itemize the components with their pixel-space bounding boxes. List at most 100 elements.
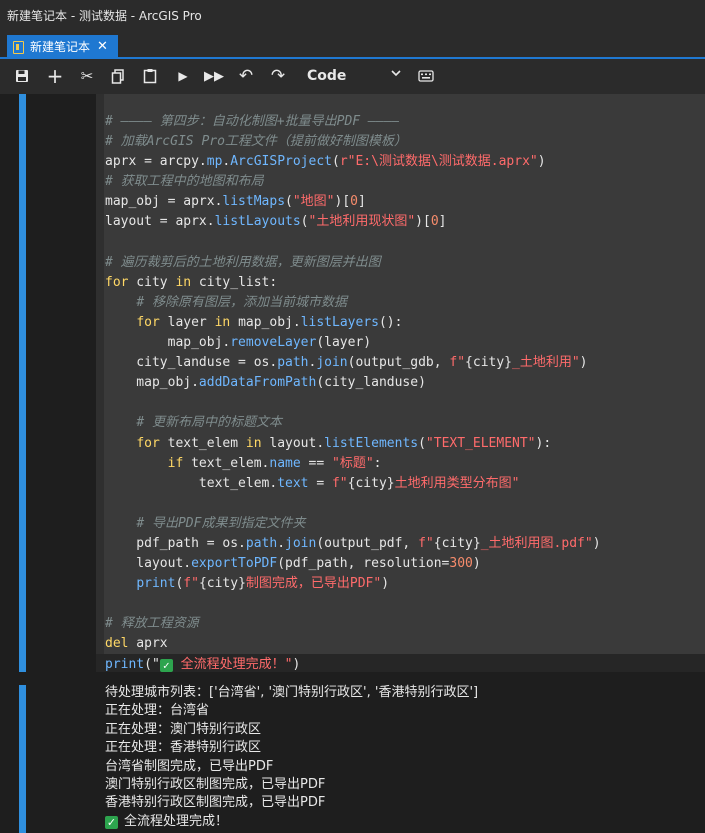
code-token: _土地利用图.pdf" bbox=[480, 535, 593, 551]
code-token: (pdf_path, resolution= bbox=[277, 556, 450, 572]
window-title: 新建笔记本 - 测试数据 - ArcGIS Pro bbox=[0, 0, 705, 32]
code-token: ] bbox=[358, 194, 366, 210]
save-icon[interactable] bbox=[11, 66, 33, 86]
output-text: 正在处理：澳门特别行政区 bbox=[105, 721, 262, 737]
code-token: {city} bbox=[347, 475, 395, 491]
code-token: ( bbox=[300, 214, 309, 230]
code-token: map_obj = aprx. bbox=[105, 194, 223, 210]
code-token: (layer) bbox=[316, 335, 372, 351]
code-token: (output_pdf, bbox=[316, 535, 419, 551]
code-token: listLayers bbox=[300, 314, 379, 330]
code-line: # 遍历裁剪后的土地利用数据，更新图层并出图 bbox=[105, 253, 601, 273]
code-token: # 遍历裁剪后的土地利用数据，更新图层并出图 bbox=[105, 254, 381, 270]
check-mark-icon: ✓ bbox=[159, 658, 173, 672]
output-text: 澳门特别行政区制图完成，已导出PDF bbox=[105, 776, 326, 792]
code-token: : bbox=[373, 455, 382, 471]
code-token: 0 bbox=[430, 214, 439, 230]
redo-icon[interactable]: ↷ bbox=[267, 66, 289, 86]
code-content[interactable]: # ———— 第四步：自动化制图+批量导出PDF ———— # 加载ArcGIS … bbox=[105, 112, 601, 675]
code-token: 制图完成，已导出PDF" bbox=[245, 576, 382, 592]
code-token: f" bbox=[449, 355, 466, 371]
code-token: ] bbox=[438, 214, 447, 230]
code-token: text_elem bbox=[159, 435, 246, 451]
code-token: (city_landuse) bbox=[316, 375, 426, 391]
code-line: # ———— 第四步：自动化制图+批量导出PDF ———— bbox=[105, 112, 601, 132]
code-token: layout = aprx. bbox=[105, 214, 215, 230]
code-token: # ———— 第四步：自动化制图+批量导出PDF ———— bbox=[105, 114, 400, 129]
code-token: (" bbox=[144, 656, 160, 672]
code-token: if bbox=[167, 455, 184, 471]
code-token: {city} bbox=[198, 576, 246, 592]
cell-type-select[interactable]: Code bbox=[307, 67, 346, 87]
code-token: "标题" bbox=[332, 455, 374, 471]
output-line: 台湾省制图完成，已导出PDF bbox=[105, 758, 478, 776]
code-token: path bbox=[245, 535, 278, 551]
code-token: removeLayer bbox=[230, 335, 317, 351]
code-token: ) bbox=[592, 535, 601, 551]
toolbar: + ✂ ▶ ▶▶ ↶ ↷ Code bbox=[0, 59, 705, 94]
undo-icon[interactable]: ↶ bbox=[235, 66, 257, 86]
code-token: city bbox=[128, 274, 176, 290]
code-token: )[ bbox=[334, 194, 351, 210]
code-token: listElements bbox=[324, 435, 419, 451]
code-token: ( bbox=[285, 194, 293, 210]
output-text: 香港特别行政区制图完成，已导出PDF bbox=[105, 795, 326, 811]
code-token: # 获取工程中的地图和布局 bbox=[105, 174, 264, 190]
code-token: # 导出PDF成果到指定文件夹 bbox=[136, 515, 306, 531]
output-line: 正在处理：澳门特别行政区 bbox=[105, 721, 478, 739]
code-line: for layer in map_obj.listLayers(): bbox=[105, 313, 601, 333]
cell-output: 待处理城市列表：['台湾省', '澳门特别行政区', '香港特别行政区'] 正在处… bbox=[105, 684, 478, 831]
code-line: text_elem.text = f"{city}土地利用类型分布图" bbox=[105, 474, 601, 494]
code-token: text_elem. bbox=[183, 455, 270, 471]
code-token: listLayouts bbox=[214, 214, 301, 230]
paste-icon[interactable] bbox=[139, 66, 161, 86]
code-token: map_obj. bbox=[105, 335, 231, 351]
code-token: == bbox=[300, 455, 332, 471]
code-token: city_list: bbox=[191, 274, 278, 290]
output-text: 全流程处理完成！ bbox=[124, 813, 229, 829]
code-token: ) bbox=[537, 154, 546, 170]
run-icon[interactable]: ▶ bbox=[172, 66, 194, 86]
code-token: _土地利用" bbox=[512, 355, 580, 371]
add-cell-icon[interactable]: + bbox=[44, 64, 66, 88]
code-gutter bbox=[96, 94, 104, 655]
tab-label: 新建笔记本 bbox=[30, 40, 91, 54]
code-token: map_obj. bbox=[105, 375, 199, 391]
cut-icon[interactable]: ✂ bbox=[76, 66, 98, 86]
code-token: in bbox=[214, 314, 231, 330]
code-line: map_obj = aprx.listMaps("地图")[0] bbox=[105, 192, 601, 212]
code-token: print bbox=[136, 576, 176, 592]
code-line: # 导出PDF成果到指定文件夹 bbox=[105, 514, 601, 534]
code-cell-selection-bar[interactable] bbox=[19, 94, 26, 672]
notebook-icon bbox=[13, 40, 24, 54]
code-token: del bbox=[105, 636, 129, 652]
code-line: # 移除原有图层，添加当前城市数据 bbox=[105, 293, 601, 313]
code-token: {city} bbox=[465, 355, 513, 371]
code-token: r"E:\测试数据\测试数据.aprx" bbox=[339, 154, 538, 170]
code-token: "土地利用现状图" bbox=[308, 214, 416, 230]
code-token: = bbox=[308, 475, 332, 491]
keyboard-icon[interactable] bbox=[415, 66, 437, 86]
close-icon[interactable]: ✕ bbox=[97, 35, 108, 59]
code-token: layout. bbox=[105, 556, 192, 572]
code-token: ( bbox=[331, 154, 340, 170]
chevron-down-icon[interactable] bbox=[390, 67, 402, 82]
output-cell-bar[interactable] bbox=[19, 685, 26, 833]
code-line: # 释放工程资源 bbox=[105, 614, 601, 634]
code-token: for bbox=[136, 435, 160, 451]
copy-icon[interactable] bbox=[107, 66, 129, 86]
code-token: layer bbox=[159, 314, 215, 330]
run-all-icon[interactable]: ▶▶ bbox=[203, 66, 225, 86]
code-line: layout.exportToPDF(pdf_path, resolution=… bbox=[105, 554, 601, 574]
code-line: print(" ✓ 全流程处理完成！") bbox=[105, 655, 601, 675]
output-text: 正在处理：台湾省 bbox=[105, 703, 210, 719]
tab-notebook[interactable]: 新建笔记本 ✕ bbox=[7, 35, 118, 59]
